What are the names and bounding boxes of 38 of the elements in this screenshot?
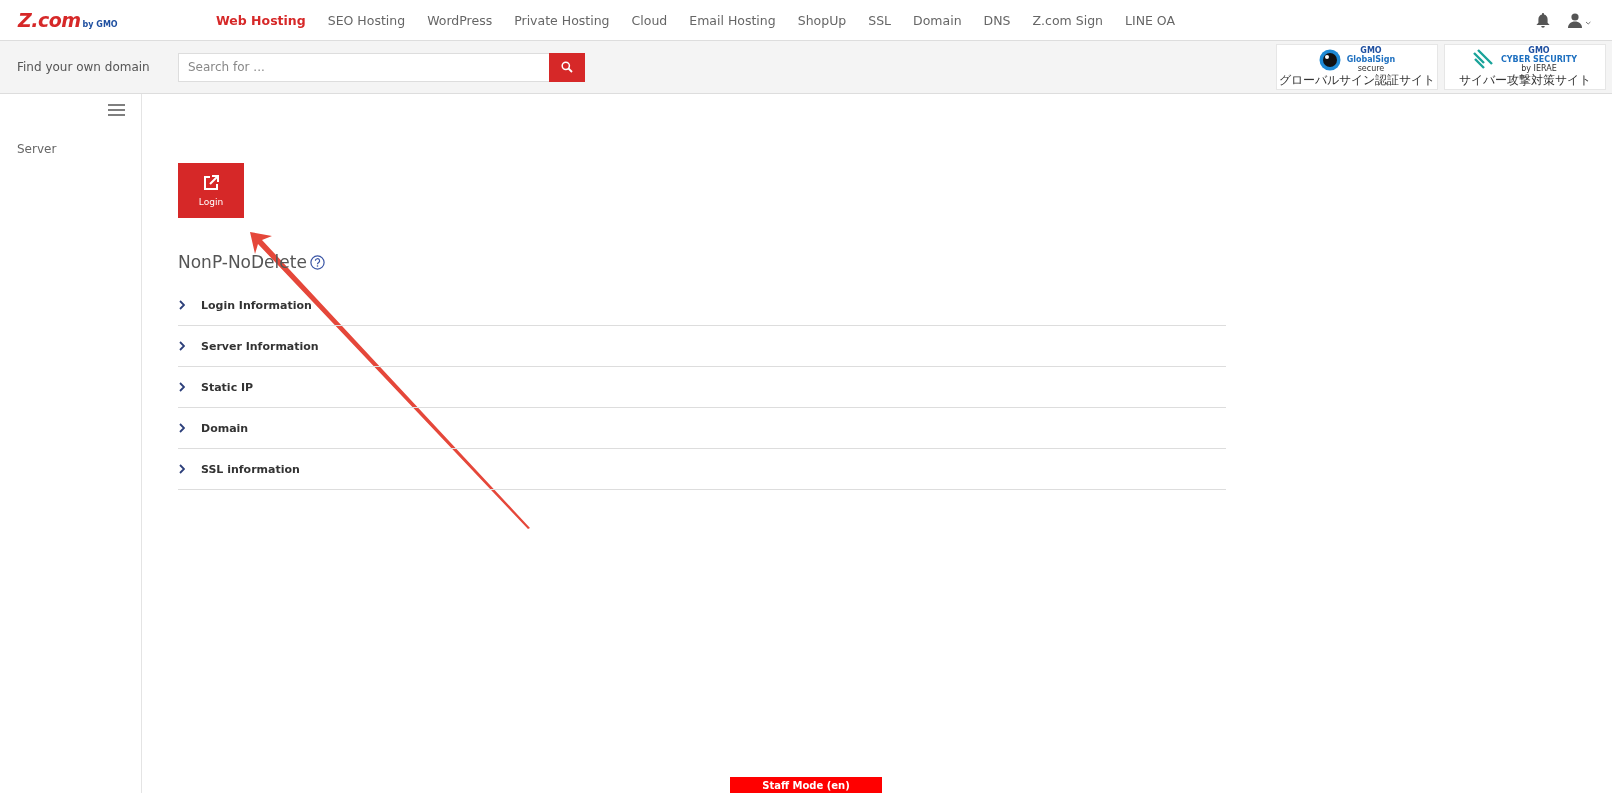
seal-text: by IERAE: [1521, 64, 1557, 74]
external-link-icon: [203, 174, 219, 191]
seal-caption: グローバルサイン認証サイト: [1279, 74, 1435, 88]
nav-link[interactable]: DNS: [983, 12, 1011, 28]
seal-text: GMO: [1360, 46, 1382, 56]
search-button[interactable]: [549, 52, 585, 82]
user-icon[interactable]: [1568, 12, 1592, 28]
nav-link[interactable]: Cloud: [631, 12, 668, 28]
nav-link[interactable]: ShopUp: [797, 12, 847, 28]
eye-icon: [1318, 48, 1341, 71]
staff-mode-label: Staff Mode (en): [762, 779, 850, 791]
nav-link[interactable]: SEO Hosting: [327, 12, 406, 28]
nav-link[interactable]: Domain: [913, 12, 962, 28]
nav-link[interactable]: Z.com Sign: [1032, 12, 1103, 28]
search-label: Find your own domain: [17, 60, 151, 74]
nav-link[interactable]: WordPress: [427, 12, 493, 28]
nav-link[interactable]: Email Hosting: [689, 12, 776, 28]
logo-byline: by GMO: [82, 20, 118, 29]
login-button[interactable]: Login: [178, 163, 244, 218]
brand-logo: Z.com: [18, 9, 81, 31]
search-icon: [561, 61, 573, 73]
help-icon[interactable]: [309, 254, 325, 270]
bell-icon[interactable]: [1536, 12, 1550, 28]
seal-text: GlobalSign: [1346, 55, 1396, 65]
stripes-icon: [1472, 48, 1495, 71]
seal-caption: サイバー攻撃対策サイト: [1459, 74, 1591, 88]
logo-link[interactable]: Z.com by GMO: [18, 9, 178, 31]
seal-text: GMO: [1528, 46, 1550, 56]
menu-icon: [108, 104, 125, 116]
nav-link[interactable]: Web Hosting: [216, 12, 306, 28]
nav-link[interactable]: LINE OA: [1125, 12, 1176, 28]
nav-link[interactable]: Private Hosting: [514, 12, 610, 28]
seal-text: secure: [1357, 64, 1385, 74]
seal-text: CYBER SECURITY: [1500, 55, 1578, 65]
search-field[interactable]: Search for ...: [178, 52, 549, 82]
nav-link[interactable]: SSL: [868, 12, 892, 28]
menu-button[interactable]: [108, 104, 125, 116]
sidebar-item[interactable]: Server: [17, 142, 141, 156]
